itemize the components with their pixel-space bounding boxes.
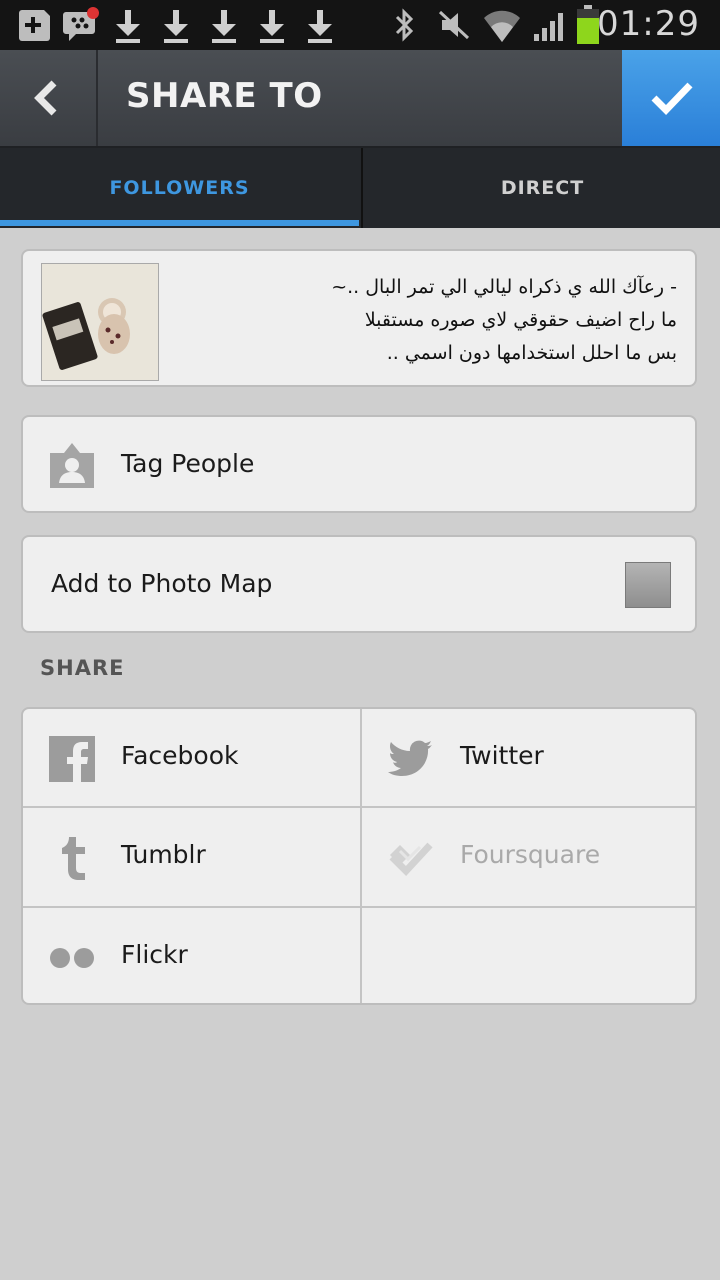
photo-map-checkbox[interactable] xyxy=(625,562,671,608)
photo-map-row[interactable]: Add to Photo Map xyxy=(21,535,697,633)
mute-icon xyxy=(438,10,470,40)
chevron-left-icon xyxy=(34,80,57,116)
facebook-icon xyxy=(49,736,95,782)
caption-line: - رعآك الله ي ذكراه ليالي الي تمر البال … xyxy=(331,276,677,298)
share-facebook[interactable]: Facebook xyxy=(23,709,361,808)
download-icon xyxy=(260,10,284,43)
download-icon xyxy=(308,10,332,43)
photo-thumbnail xyxy=(41,263,159,381)
back-button[interactable] xyxy=(0,50,98,146)
twitter-icon xyxy=(388,740,432,776)
download-icon xyxy=(164,10,188,43)
status-bar: 01:29 xyxy=(0,0,720,50)
photo-image xyxy=(42,264,158,380)
flickr-label: Flickr xyxy=(121,940,188,969)
clock: 01:29 xyxy=(597,4,700,44)
share-tumblr[interactable]: Tumblr xyxy=(23,808,361,907)
tab-bar: FOLLOWERS DIRECT xyxy=(0,148,720,228)
download-icon xyxy=(116,10,140,43)
page-title: SHARE TO xyxy=(126,76,323,116)
caption-line: بس ما احلل استخدامها دون اسمي .. xyxy=(386,342,677,364)
wifi-icon xyxy=(484,10,520,43)
foursquare-label: Foursquare xyxy=(460,840,601,869)
caption-card[interactable]: - رعآك الله ي ذكراه ليالي الي تمر البال … xyxy=(21,249,697,387)
share-twitter[interactable]: Twitter xyxy=(362,709,695,808)
bbm-icon xyxy=(63,7,99,41)
caption-line: ما راح اضيف حقوقي لاي صوره مستقبلا xyxy=(364,309,677,331)
tag-people-row[interactable]: Tag People xyxy=(21,415,697,513)
tumblr-label: Tumblr xyxy=(121,840,206,869)
tag-people-label: Tag People xyxy=(121,449,255,478)
tab-followers[interactable]: FOLLOWERS xyxy=(0,148,359,228)
caption-text: - رعآك الله ي ذكراه ليالي الي تمر البال … xyxy=(197,271,677,370)
signal-icon xyxy=(534,13,563,41)
twitter-label: Twitter xyxy=(460,741,544,770)
download-icon xyxy=(212,10,236,43)
empty-cell xyxy=(362,908,695,1003)
share-flickr[interactable]: Flickr xyxy=(23,908,361,1003)
share-services-grid: Facebook Twitter Tumblr Foursquare Flick… xyxy=(21,707,697,1005)
person-tag-icon xyxy=(50,443,94,488)
flickr-icon xyxy=(50,948,94,968)
tab-direct[interactable]: DIRECT xyxy=(361,148,720,228)
action-bar: SHARE TO xyxy=(0,50,720,148)
confirm-button[interactable] xyxy=(622,50,720,146)
foursquare-icon xyxy=(389,842,433,877)
add-icon xyxy=(19,10,50,41)
photo-map-label: Add to Photo Map xyxy=(51,569,273,598)
tumblr-icon xyxy=(62,837,85,880)
bluetooth-icon xyxy=(395,8,414,42)
share-heading: SHARE xyxy=(40,656,125,680)
checkmark-icon xyxy=(651,82,693,116)
share-foursquare[interactable]: Foursquare xyxy=(362,808,695,907)
facebook-label: Facebook xyxy=(121,741,239,770)
